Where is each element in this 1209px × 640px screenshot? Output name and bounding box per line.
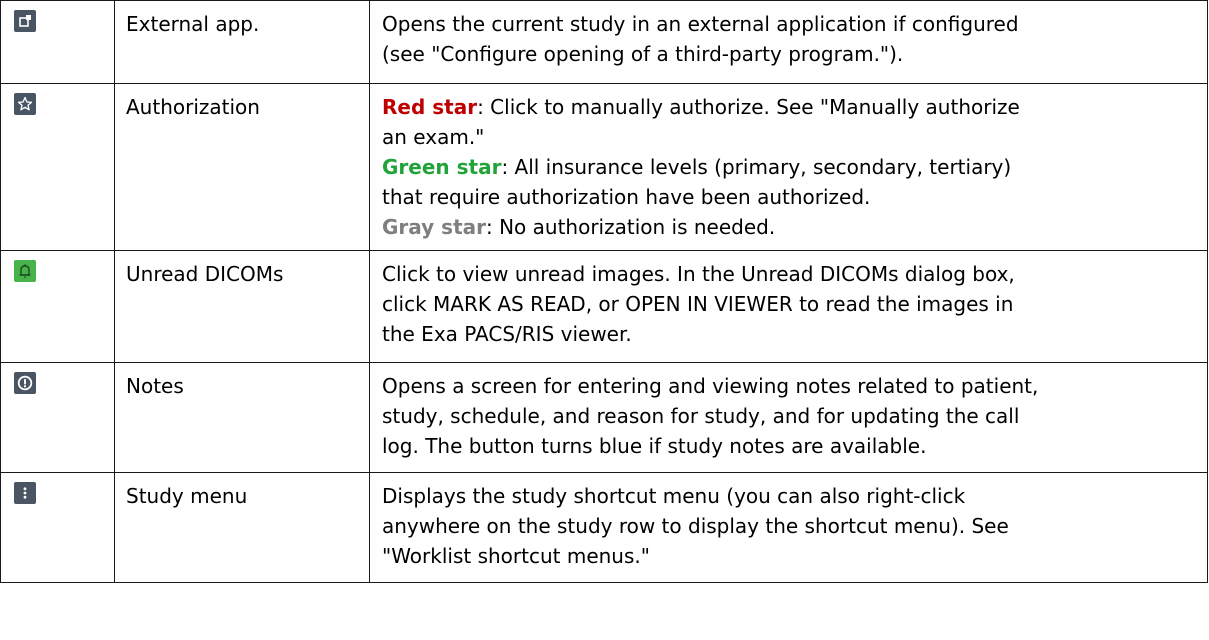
red-star-label: Red star xyxy=(382,95,478,119)
red-star-description: Red star: Click to manually authorize. S… xyxy=(382,95,1020,119)
description-line: Click to view unread images. In the Unre… xyxy=(382,262,1015,286)
bell-icon xyxy=(14,260,36,282)
description-line: study, schedule, and reason for study, a… xyxy=(382,404,1020,428)
description-line: "Worklist shortcut menus." xyxy=(382,544,650,568)
name-cell: Study menu xyxy=(114,472,370,583)
external-app-icon xyxy=(14,10,36,32)
button-name: Unread DICOMs xyxy=(126,262,284,286)
name-cell: Authorization xyxy=(114,83,370,251)
gray-star-description: Gray star: No authorization is needed. xyxy=(382,215,776,239)
icon-cell xyxy=(0,0,115,84)
icon-cell xyxy=(0,83,115,251)
gray-star-label: Gray star xyxy=(382,215,486,239)
description-line: (see "Configure opening of a third-party… xyxy=(382,42,904,66)
icon-cell xyxy=(0,472,115,583)
button-name: External app. xyxy=(126,12,260,36)
icon-cell xyxy=(0,362,115,473)
description-line: an exam." xyxy=(382,125,485,149)
description-cell: Click to view unread images. In the Unre… xyxy=(369,250,1208,363)
kebab-menu-icon xyxy=(14,482,36,504)
description-line: that require authorization have been aut… xyxy=(382,185,871,209)
table-row: Authorization Red star: Click to manuall… xyxy=(0,83,1208,251)
description-cell: Opens a screen for entering and viewing … xyxy=(369,362,1208,473)
description-line: anywhere on the study row to display the… xyxy=(382,514,1009,538)
button-name: Notes xyxy=(126,374,184,398)
green-star-description: Green star: All insurance levels (primar… xyxy=(382,155,1012,179)
description-line: log. The button turns blue if study note… xyxy=(382,434,927,458)
description-cell: Opens the current study in an external a… xyxy=(369,0,1208,84)
star-icon xyxy=(14,93,36,115)
table-row: Unread DICOMs Click to view unread image… xyxy=(0,250,1208,363)
table-row: External app. Opens the current study in… xyxy=(0,0,1208,84)
description-line: Opens a screen for entering and viewing … xyxy=(382,374,1039,398)
green-star-label: Green star xyxy=(382,155,502,179)
table-row: Notes Opens a screen for entering and vi… xyxy=(0,362,1208,473)
name-cell: Notes xyxy=(114,362,370,473)
description-cell: Red star: Click to manually authorize. S… xyxy=(369,83,1208,251)
button-name: Authorization xyxy=(126,95,260,119)
worklist-buttons-table: External app. Opens the current study in… xyxy=(0,0,1208,583)
icon-cell xyxy=(0,250,115,363)
table-row: Study menu Displays the study shortcut m… xyxy=(0,472,1208,583)
name-cell: Unread DICOMs xyxy=(114,250,370,363)
description-line: Opens the current study in an external a… xyxy=(382,12,1019,36)
description-line: Displays the study shortcut menu (you ca… xyxy=(382,484,966,508)
button-name: Study menu xyxy=(126,484,248,508)
notes-info-icon xyxy=(14,372,36,394)
description-line: the Exa PACS/RIS viewer. xyxy=(382,322,632,346)
description-cell: Displays the study shortcut menu (you ca… xyxy=(369,472,1208,583)
name-cell: External app. xyxy=(114,0,370,84)
description-line: click MARK AS READ, or OPEN IN VIEWER to… xyxy=(382,292,1014,316)
